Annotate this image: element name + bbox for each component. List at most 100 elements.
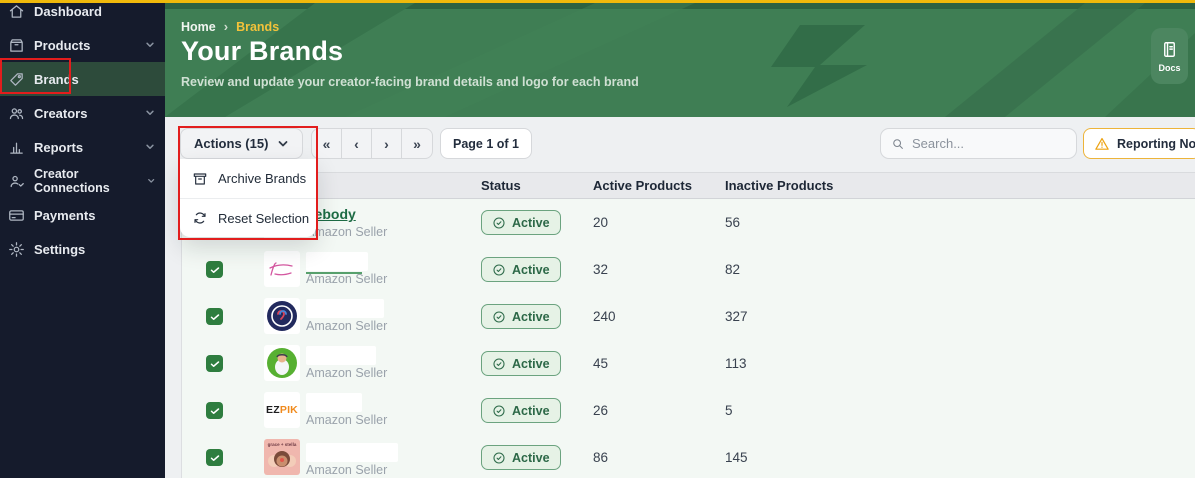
pagination-last-button[interactable]: » [402, 129, 432, 158]
search-box[interactable] [880, 128, 1077, 159]
check-icon [210, 407, 219, 414]
status-label: Active [512, 450, 550, 465]
menu-item-label: Archive Brands [218, 171, 307, 186]
page-title: Your Brands [181, 36, 344, 66]
chevron-down-icon [146, 144, 154, 149]
pagination-prev-button[interactable]: ‹ [342, 129, 372, 158]
sidebar-item-dashboard[interactable]: Dashboard [0, 0, 165, 28]
status-label: Active [512, 309, 550, 324]
table-row: grace + stella Amazon Seller Active 86 1… [182, 434, 1195, 478]
sidebar-item-reports[interactable]: Reports [0, 130, 165, 164]
breadcrumb: Home › Brands [181, 19, 279, 34]
chevron-down-icon [146, 42, 154, 47]
status-badge: Active [481, 351, 561, 376]
brand-subtitle: Amazon Seller [306, 272, 388, 286]
redacted-brand-name [306, 346, 376, 365]
check-circle-icon [493, 404, 505, 417]
sidebar-item-label: Creators [34, 105, 88, 121]
products-icon [10, 38, 23, 52]
redacted-brand-name [306, 393, 362, 412]
brand-logo: grace + stella [264, 439, 300, 475]
sidebar-item-settings[interactable]: Settings [0, 232, 165, 266]
redacted-brand-name [306, 252, 368, 271]
breadcrumb-home[interactable]: Home [181, 20, 216, 34]
row-checkbox[interactable] [206, 449, 223, 466]
row-checkbox[interactable] [206, 261, 223, 278]
column-header-inactive-products: Inactive Products [725, 178, 834, 193]
sidebar-item-label: Dashboard [34, 3, 102, 19]
brand-logo: EZ PIK [264, 392, 300, 428]
menu-item-label: Reset Selection [218, 210, 310, 226]
search-icon [893, 138, 903, 149]
table-header-row: Status Active Products Inactive Products [182, 172, 1195, 199]
inactive-products-count: 5 [725, 403, 733, 418]
sidebar-item-label: Creator Connections [34, 167, 110, 195]
brand-subtitle: Amazon Seller [306, 225, 388, 239]
brands-icon [10, 72, 23, 86]
sidebar-item-label: Brands [34, 71, 79, 87]
brand-logo [264, 345, 300, 381]
status-badge: Active [481, 257, 561, 282]
brand-logo [264, 251, 300, 287]
row-checkbox[interactable] [206, 308, 223, 325]
payments-icon [9, 209, 24, 221]
sidebar-item-products[interactable]: Products [0, 28, 165, 62]
sidebar-item-creators[interactable]: Creators [0, 96, 165, 130]
breadcrumb-current: Brands [236, 19, 280, 34]
redacted-brand-name [306, 443, 398, 462]
app-screen: Dashboard Products Brands Creators Repor… [0, 0, 1195, 478]
sidebar-item-brands[interactable]: Brands [0, 62, 165, 96]
status-badge: Active [481, 304, 561, 329]
inactive-products-count: 113 [725, 356, 747, 371]
check-icon [210, 454, 219, 461]
book-icon [1164, 41, 1175, 57]
table-row: Amazon Seller Active 45 113 [182, 340, 1195, 387]
check-icon [210, 266, 219, 273]
check-circle-icon [493, 357, 505, 370]
inactive-products-count: 56 [725, 215, 741, 230]
status-label: Active [512, 262, 550, 277]
page-subtitle: Review and update your creator-facing br… [181, 75, 639, 89]
redacted-brand-name [306, 299, 384, 318]
reporting-notice-label: Reporting Notice [1117, 136, 1195, 151]
connections-icon [10, 175, 24, 187]
status-label: Active [512, 356, 550, 371]
sidebar-item-creator-connections[interactable]: Creator Connections [0, 164, 165, 198]
row-checkbox[interactable] [206, 355, 223, 372]
warning-icon [1095, 137, 1109, 150]
reporting-notice-button[interactable]: Reporting Notice [1083, 128, 1195, 159]
brand-subtitle: Amazon Seller [306, 366, 388, 380]
creators-icon [9, 107, 24, 119]
reports-icon [10, 142, 23, 154]
home-icon [9, 4, 24, 18]
archive-icon [193, 172, 207, 185]
green-mascot-logo-art [267, 348, 297, 378]
search-input[interactable] [912, 136, 1066, 151]
brand-subtitle: Amazon Seller [306, 413, 388, 427]
script-logo-art [269, 262, 293, 276]
actions-dropdown-button[interactable]: Actions (15) [180, 128, 304, 159]
status-label: Active [512, 215, 550, 230]
row-checkbox[interactable] [206, 402, 223, 419]
check-circle-icon [493, 216, 505, 229]
check-icon [210, 313, 219, 320]
menu-item-archive-brands[interactable]: Archive Brands [180, 159, 316, 198]
pagination-next-button[interactable]: › [372, 129, 402, 158]
inactive-products-count: 327 [725, 309, 748, 324]
column-header-active-products: Active Products [593, 178, 692, 193]
check-circle-icon [493, 310, 505, 323]
inactive-products-count: 145 [725, 450, 748, 465]
brand-subtitle: Amazon Seller [306, 319, 388, 333]
chevron-down-icon [146, 110, 154, 115]
sidebar-item-payments[interactable]: Payments [0, 198, 165, 232]
pagination-first-button[interactable]: « [312, 129, 342, 158]
check-icon [210, 360, 219, 367]
brands-table: Status Active Products Inactive Products… [181, 172, 1195, 478]
status-badge: Active [481, 445, 561, 470]
menu-item-reset-selection[interactable]: Reset Selection [180, 198, 316, 237]
table-row: EZ PIK Amazon Seller Active 26 5 [182, 387, 1195, 434]
grace-stella-logo-art [268, 451, 296, 467]
active-products-count: 20 [593, 215, 609, 230]
status-badge: Active [481, 398, 561, 423]
docs-button[interactable]: Docs [1151, 28, 1188, 84]
